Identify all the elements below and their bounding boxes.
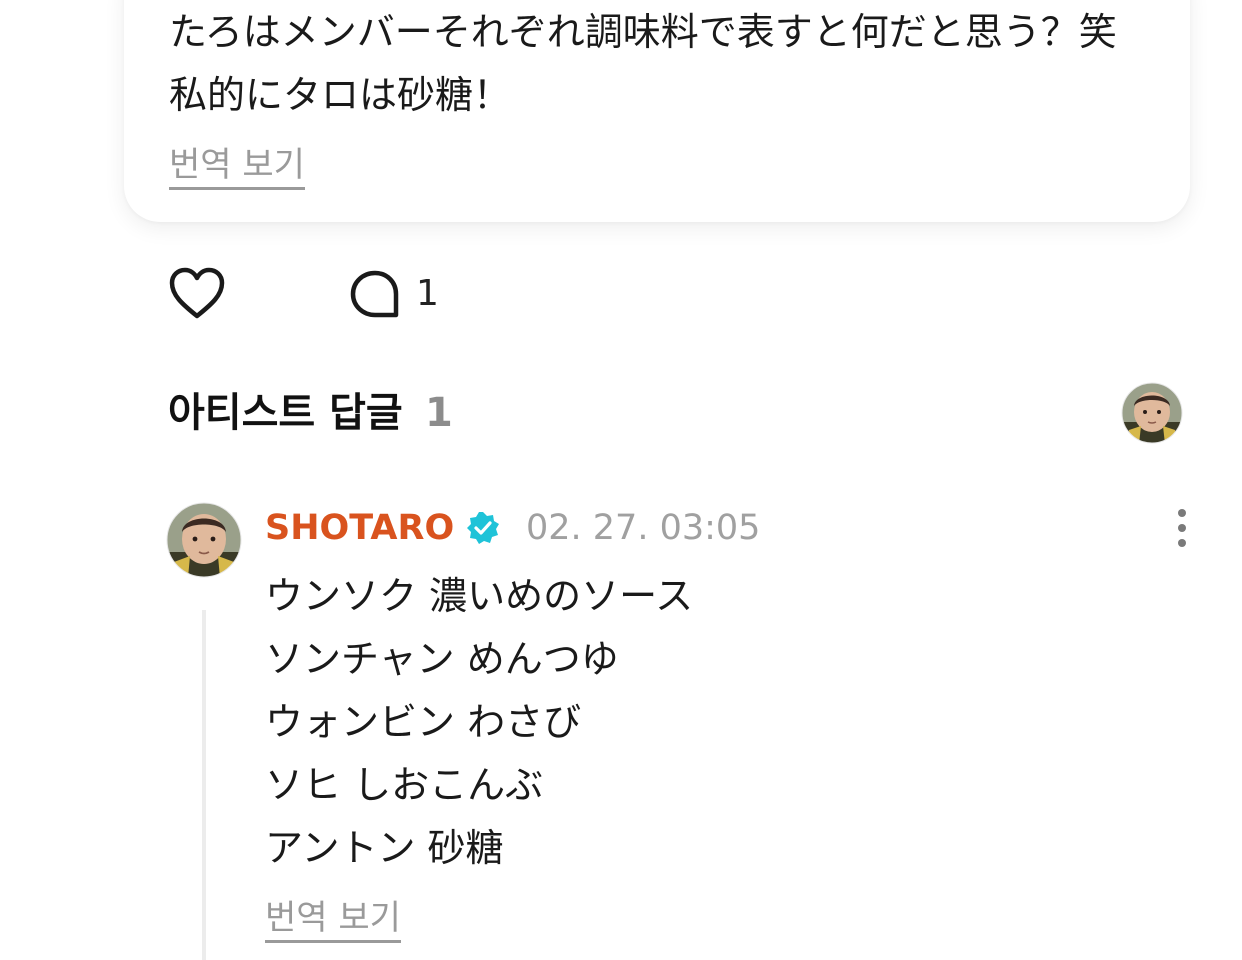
comment-button[interactable] xyxy=(348,268,402,320)
verified-badge-icon xyxy=(465,510,501,546)
like-button[interactable] xyxy=(168,266,226,320)
heart-icon xyxy=(169,267,225,319)
artist-replies-count: 1 xyxy=(425,390,453,436)
post-text-line: たろはメンバーそれぞれ調味料で表すと何だと思う？笑 xyxy=(169,10,1117,54)
comment-bubble-icon xyxy=(350,270,399,318)
reply-timestamp: 02. 27. 03:05 xyxy=(526,508,761,548)
reply-translate-link[interactable]: 번역 보기 xyxy=(265,898,401,943)
reply-text-line: ソヒ しおこんぶ xyxy=(265,763,544,807)
more-options-icon[interactable] xyxy=(1166,506,1198,550)
post-text-line: 私的にタロは砂糖！ xyxy=(169,73,512,117)
reply-author-name[interactable]: SHOTARO xyxy=(265,505,454,551)
post-translate-link[interactable]: 번역 보기 xyxy=(169,145,305,190)
reply-text-line: アントン 砂糖 xyxy=(265,826,504,870)
comment-count: 1 xyxy=(416,273,439,314)
reply-thread-line xyxy=(202,610,206,960)
reply-avatar-image xyxy=(166,502,242,578)
post-detail-page: たろはメンバーそれぞれ調味料で表すと何だと思う？笑 私的にタロは砂糖！ 번역 보… xyxy=(0,0,1242,960)
artist-avatar[interactable] xyxy=(1121,382,1183,444)
reply-text-line: ソンチャン めんつゆ xyxy=(265,637,619,681)
reply-text-line: ウォンビン わさび xyxy=(265,700,582,744)
reply-text-line: ウンソク 濃いめのソース xyxy=(265,574,694,618)
artist-replies-title: 아티스트 답글 xyxy=(168,390,403,436)
reply-author-avatar[interactable] xyxy=(166,502,242,578)
artist-avatar-image xyxy=(1121,382,1183,444)
